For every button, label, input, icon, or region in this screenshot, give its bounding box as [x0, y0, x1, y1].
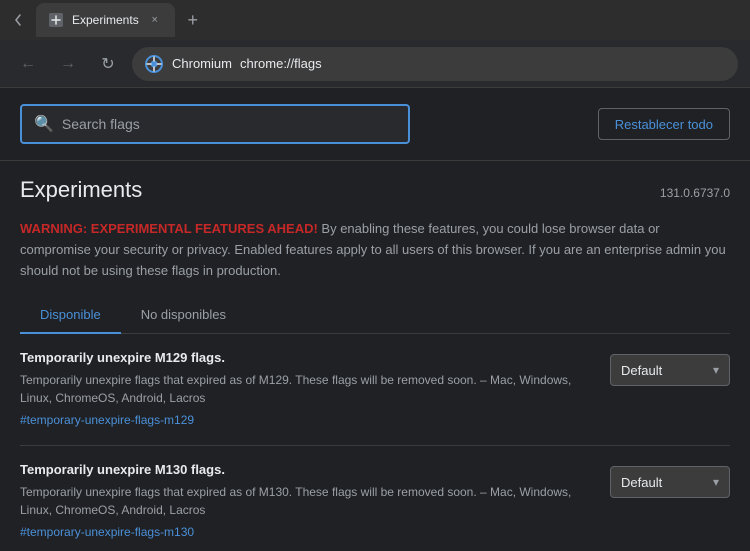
tab-list: Experiments × +: [8, 0, 742, 40]
search-box[interactable]: 🔍 Search flags: [20, 104, 410, 144]
main-content: 🔍 Search flags Restablecer todo Experime…: [0, 88, 750, 551]
flag-link-2[interactable]: #temporary-unexpire-flags-m130: [20, 525, 194, 539]
flag-title-2: Temporarily unexpire M130 flags.: [20, 462, 594, 477]
tab-favicon: [48, 12, 64, 28]
search-icon: 🔍: [34, 114, 54, 134]
search-area: 🔍 Search flags Restablecer todo: [0, 88, 750, 161]
flag-item: Temporarily unexpire M130 flags. Tempora…: [20, 446, 730, 551]
back-icon: ←: [20, 55, 36, 73]
tab-back-button[interactable]: [8, 6, 36, 34]
flag-description-1: Temporarily unexpire flags that expired …: [20, 371, 594, 407]
forward-button[interactable]: →: [52, 48, 84, 80]
flag-item: Temporarily unexpire M129 flags. Tempora…: [20, 334, 730, 446]
flag-dropdown-value-1: Default: [621, 363, 662, 378]
search-placeholder: Search flags: [62, 116, 140, 132]
flag-dropdown-1[interactable]: Default ▾: [610, 354, 730, 386]
reload-button[interactable]: ↻: [92, 48, 124, 80]
experiments-header: Experiments 131.0.6737.0: [0, 161, 750, 211]
reset-all-button[interactable]: Restablecer todo: [598, 108, 730, 140]
tab-back-icon: [15, 13, 29, 27]
version-label: 131.0.6737.0: [660, 186, 730, 200]
tab-unavailable-label: No disponibles: [141, 307, 226, 322]
warning-box: WARNING: EXPERIMENTAL FEATURES AHEAD! By…: [0, 211, 750, 297]
tab-unavailable[interactable]: No disponibles: [121, 297, 246, 334]
flag-link-1[interactable]: #temporary-unexpire-flags-m129: [20, 413, 194, 427]
omnibox-url: chrome://flags: [240, 56, 322, 71]
tab-close-button[interactable]: ×: [147, 12, 163, 28]
tab-available[interactable]: Disponible: [20, 297, 121, 334]
flag-description-2: Temporarily unexpire flags that expired …: [20, 483, 594, 519]
experiments-tab[interactable]: Experiments ×: [36, 3, 175, 37]
omnibox-brand-name: Chromium: [172, 56, 232, 71]
back-button[interactable]: ←: [12, 48, 44, 80]
warning-text: WARNING: EXPERIMENTAL FEATURES AHEAD! By…: [20, 219, 730, 281]
page-title: Experiments: [20, 177, 142, 203]
flag-content-1: Temporarily unexpire M129 flags. Tempora…: [20, 350, 594, 429]
forward-icon: →: [60, 55, 76, 73]
omnibox[interactable]: Chromium chrome://flags: [132, 47, 738, 81]
flag-dropdown-2[interactable]: Default ▾: [610, 466, 730, 498]
flag-dropdown-value-2: Default: [621, 475, 662, 490]
chevron-down-icon: ▾: [713, 363, 719, 377]
tab-available-label: Disponible: [40, 307, 101, 322]
reload-icon: ↻: [101, 54, 114, 74]
flag-title-1: Temporarily unexpire M129 flags.: [20, 350, 594, 365]
chromium-logo-icon: [144, 54, 164, 74]
tab-title: Experiments: [72, 13, 139, 27]
title-bar: Experiments × +: [0, 0, 750, 40]
new-tab-button[interactable]: +: [179, 6, 207, 34]
flags-list: Temporarily unexpire M129 flags. Tempora…: [0, 334, 750, 551]
tabs-area: Disponible No disponibles: [20, 297, 730, 334]
nav-bar: ← → ↻ Chromium chrome://flags: [0, 40, 750, 88]
flag-content-2: Temporarily unexpire M130 flags. Tempora…: [20, 462, 594, 541]
chevron-down-icon: ▾: [713, 475, 719, 489]
warning-label: WARNING: EXPERIMENTAL FEATURES AHEAD!: [20, 221, 318, 236]
